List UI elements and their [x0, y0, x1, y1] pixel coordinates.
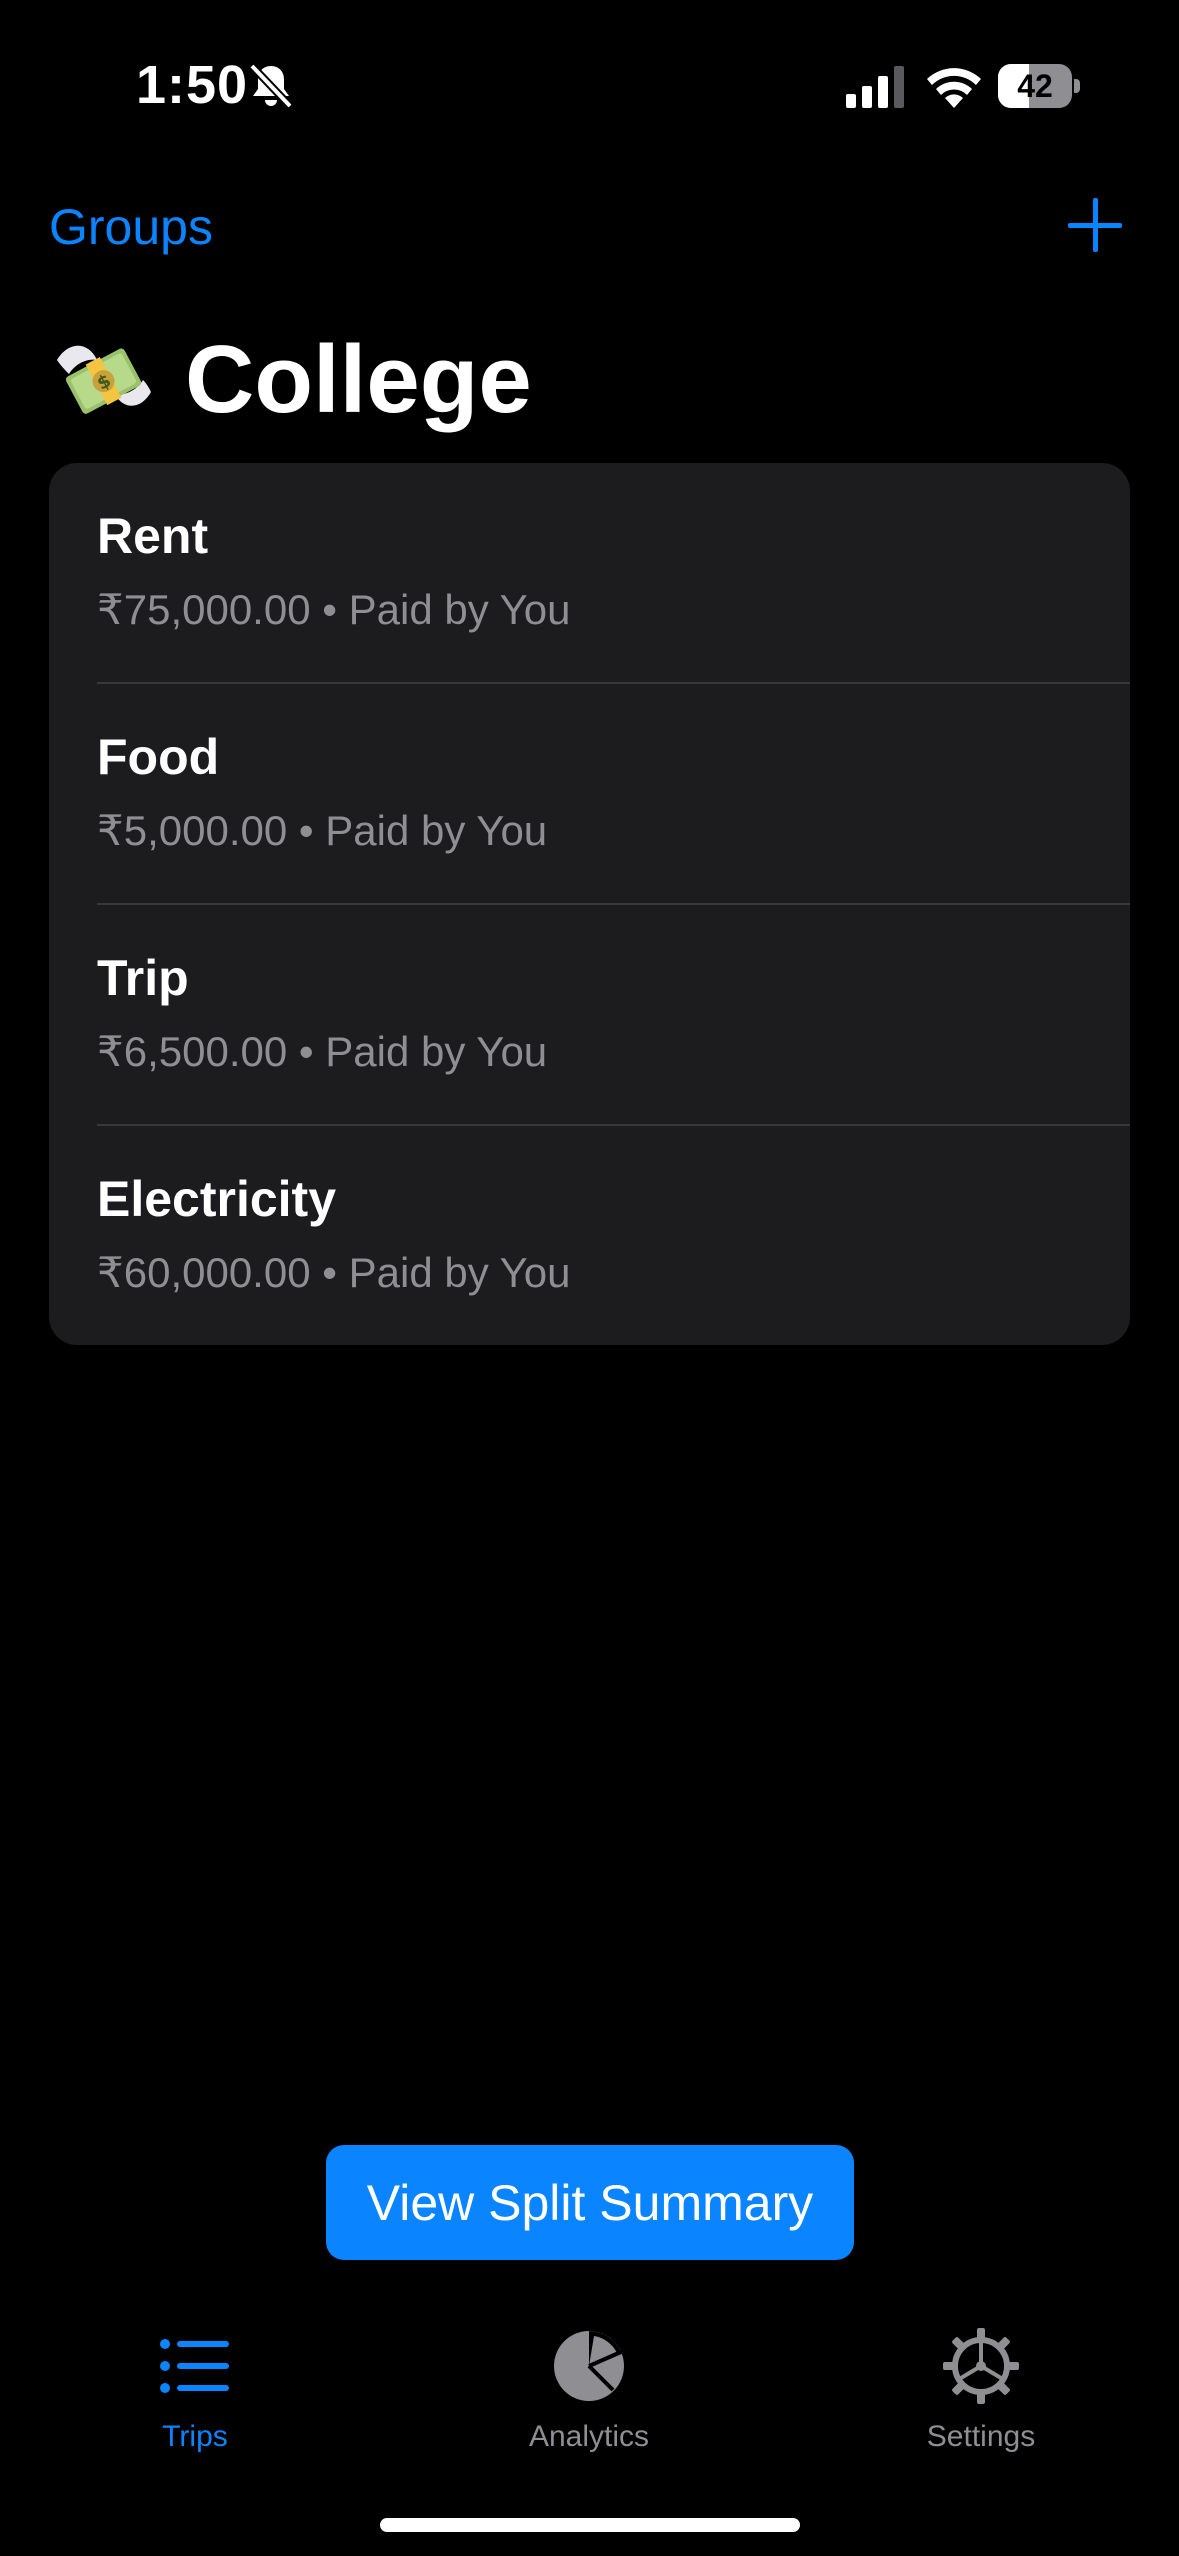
- expense-payer: Paid by You: [325, 1028, 548, 1075]
- separator-dot: •: [322, 1249, 337, 1296]
- money-with-wings-icon: $: [57, 345, 151, 414]
- add-expense-button[interactable]: [1066, 196, 1124, 254]
- expense-payer: Paid by You: [325, 807, 548, 854]
- tab-analytics[interactable]: Analytics: [469, 2310, 709, 2460]
- expense-title: Food: [97, 729, 220, 785]
- expense-amount: ₹5,000.00: [97, 807, 288, 854]
- pie-chart-icon: [554, 2331, 624, 2401]
- cellular-signal-icon: [846, 66, 904, 108]
- view-split-summary-button[interactable]: View Split Summary: [326, 2145, 854, 2260]
- expense-amount: ₹6,500.00: [97, 1028, 288, 1075]
- status-bar: 1:50 42: [0, 0, 1179, 160]
- battery-percent: 42: [1017, 68, 1053, 104]
- expense-list: Rent ₹75,000.00 • Paid by You Food ₹5,00…: [49, 463, 1130, 1345]
- expense-payer: Paid by You: [348, 1249, 571, 1296]
- expense-amount: ₹75,000.00: [97, 586, 311, 633]
- tab-trips[interactable]: Trips: [75, 2310, 315, 2460]
- bell-off-icon: [249, 63, 293, 109]
- expense-row-rent[interactable]: Rent ₹75,000.00 • Paid by You: [49, 463, 1130, 684]
- wifi-icon: [927, 68, 981, 108]
- page-title-row: $ College: [49, 320, 532, 440]
- expense-subtitle: ₹6,500.00 • Paid by You: [97, 1027, 547, 1076]
- groups-back-button[interactable]: Groups: [49, 198, 213, 256]
- tab-label: Trips: [162, 2420, 228, 2453]
- list-icon: [160, 2339, 229, 2393]
- expense-row-electricity[interactable]: Electricity ₹60,000.00 • Paid by You: [49, 1126, 1130, 1345]
- separator-dot: •: [298, 807, 314, 854]
- battery-indicator: 42: [998, 64, 1080, 108]
- separator-dot: •: [298, 1028, 314, 1075]
- expense-row-trip[interactable]: Trip ₹6,500.00 • Paid by You: [49, 905, 1130, 1126]
- tab-label: Analytics: [528, 2420, 650, 2453]
- expense-subtitle: ₹60,000.00 • Paid by You: [97, 1248, 571, 1297]
- expense-title: Rent: [97, 508, 209, 564]
- tab-bar: Trips Analytics Settings: [0, 2310, 1179, 2490]
- tab-settings[interactable]: Settings: [861, 2310, 1101, 2460]
- expense-title: Electricity: [97, 1171, 337, 1227]
- status-time: 1:50: [136, 55, 249, 115]
- page-title: College: [185, 326, 532, 433]
- gear-icon: [943, 2328, 1019, 2404]
- expense-amount: ₹60,000.00: [97, 1249, 311, 1296]
- home-indicator: [380, 2518, 800, 2532]
- separator-dot: •: [322, 586, 337, 633]
- expense-subtitle: ₹5,000.00 • Paid by You: [97, 806, 547, 855]
- expense-row-food[interactable]: Food ₹5,000.00 • Paid by You: [49, 684, 1130, 905]
- expense-title: Trip: [97, 950, 189, 1006]
- expense-payer: Paid by You: [348, 586, 571, 633]
- expense-subtitle: ₹75,000.00 • Paid by You: [97, 585, 571, 634]
- tab-label: Settings: [926, 2420, 1036, 2453]
